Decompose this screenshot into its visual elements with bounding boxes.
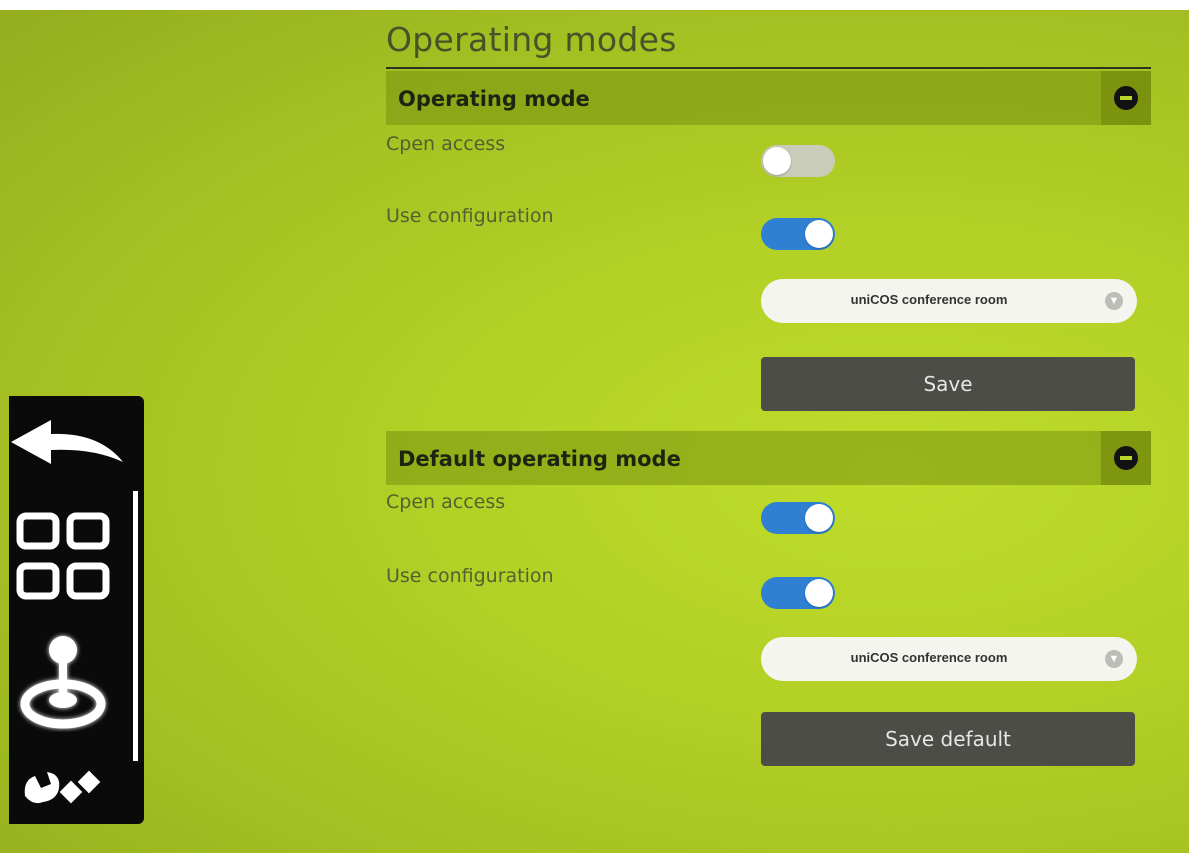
configuration-select[interactable]: uniCOS conference room ▼ [761, 637, 1137, 681]
toggle-knob [805, 579, 833, 607]
back-arrow-icon[interactable] [9, 416, 127, 475]
open-access-toggle[interactable] [761, 502, 835, 534]
section-title: Operating mode [398, 87, 590, 111]
collapse-button[interactable] [1101, 431, 1151, 485]
minus-circle-icon[interactable] [1114, 446, 1138, 470]
use-configuration-toggle[interactable] [761, 577, 835, 609]
open-access-toggle[interactable] [761, 145, 835, 177]
section-title: Default operating mode [398, 447, 681, 471]
select-value: uniCOS conference room [850, 292, 1008, 307]
chevron-down-icon: ▼ [1105, 650, 1123, 668]
use-configuration-label: Use configuration [386, 565, 554, 587]
minus-circle-icon[interactable] [1114, 86, 1138, 110]
toggle-knob [763, 147, 791, 175]
configuration-select[interactable]: uniCOS conference room ▼ [761, 279, 1137, 323]
side-nav [9, 396, 144, 824]
save-button[interactable]: Save [761, 357, 1135, 411]
open-access-label: Cpen access [386, 133, 506, 155]
use-configuration-label: Use configuration [386, 205, 554, 227]
bottom-border [0, 853, 1189, 859]
joystick-icon[interactable] [15, 632, 111, 737]
section-header-operating-mode[interactable]: Operating mode [386, 71, 1151, 125]
use-configuration-toggle[interactable] [761, 218, 835, 250]
chevron-down-icon: ▼ [1105, 292, 1123, 310]
open-access-label: Cpen access [386, 491, 506, 513]
collapse-button[interactable] [1101, 71, 1151, 125]
title-divider [386, 67, 1151, 69]
tools-icon[interactable] [19, 766, 109, 819]
save-default-button[interactable]: Save default [761, 712, 1135, 766]
nav-scrollbar[interactable] [133, 491, 138, 761]
page-title: Operating modes [386, 20, 677, 59]
grid-icon[interactable] [15, 511, 111, 608]
toggle-knob [805, 220, 833, 248]
top-border [0, 0, 1189, 10]
select-value: uniCOS conference room [850, 650, 1008, 665]
toggle-knob [805, 504, 833, 532]
section-header-default-operating-mode[interactable]: Default operating mode [386, 431, 1151, 485]
